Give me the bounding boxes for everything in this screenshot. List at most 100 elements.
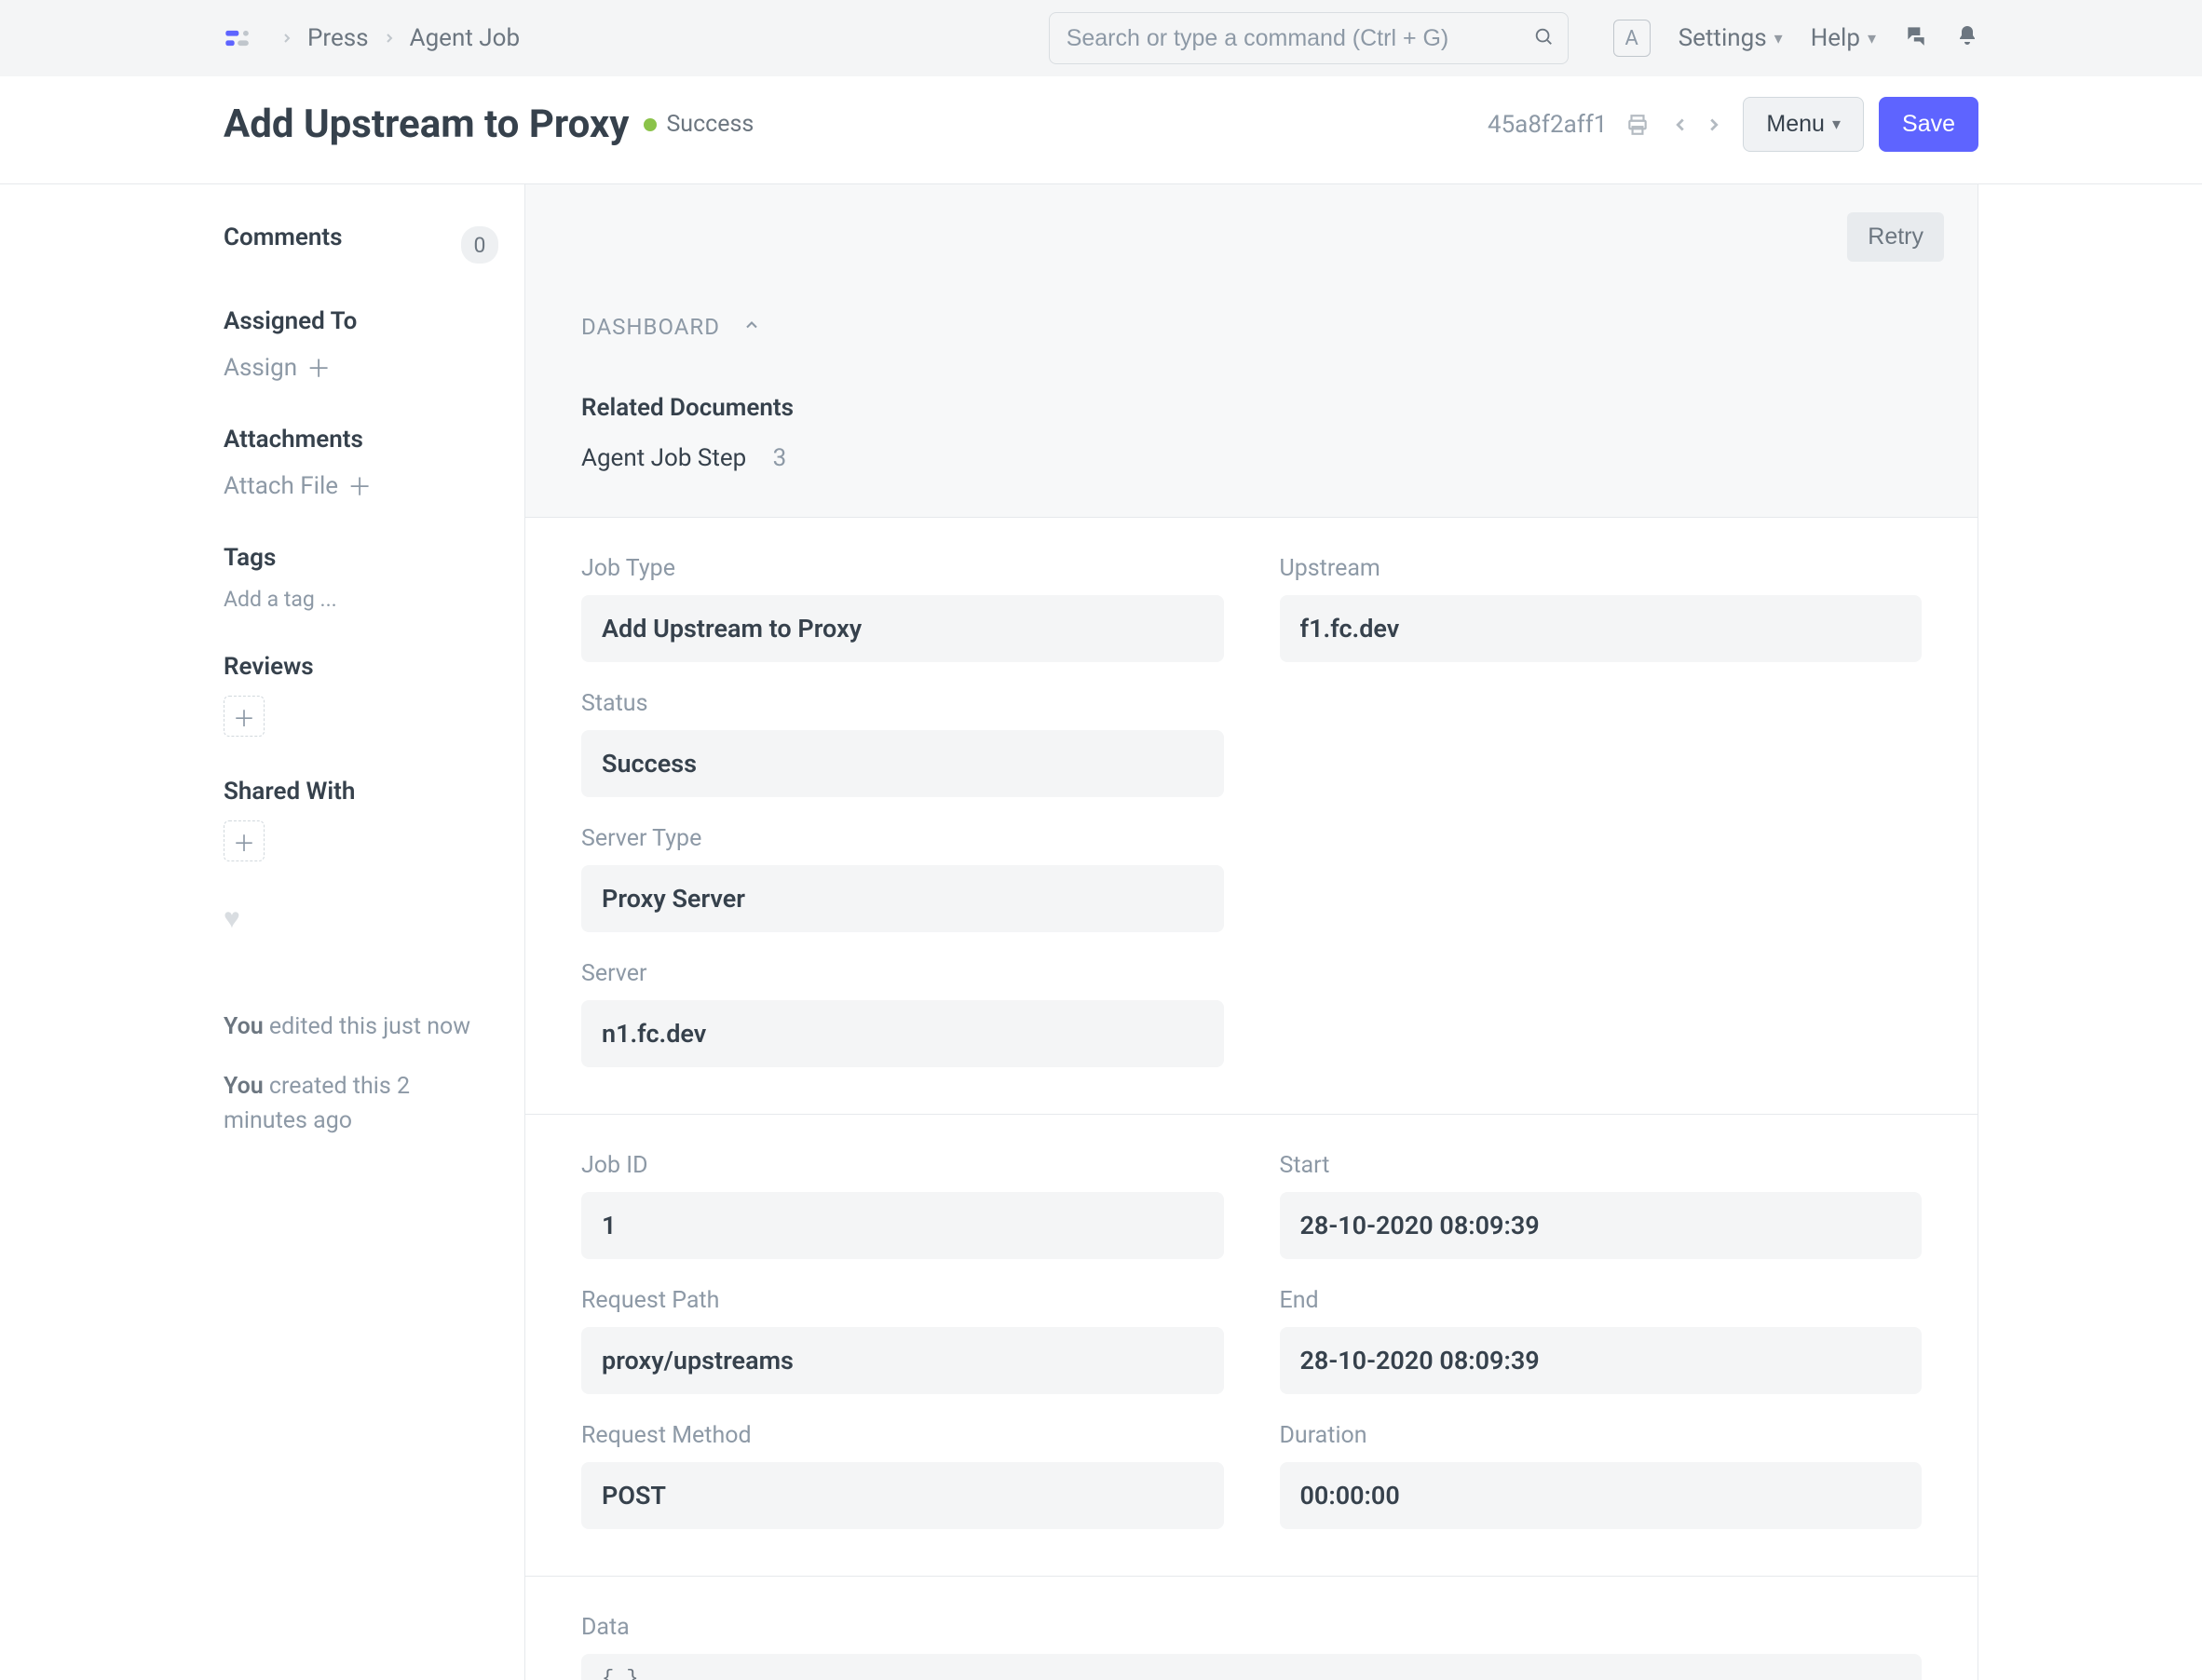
chevron-up-icon: [742, 314, 761, 340]
page-title: Add Upstream to Proxy: [224, 102, 629, 147]
form-field: Status Success: [581, 690, 1224, 797]
related-agent-job-step[interactable]: Agent Job Step 3: [581, 444, 1922, 472]
activity-edited: You edited this just now: [224, 1009, 498, 1045]
add-tag-input[interactable]: Add a tag ...: [224, 587, 337, 612]
record-hash: 45a8f2aff1: [1488, 111, 1607, 139]
assigned-to-label: Assigned To: [224, 307, 498, 335]
field-label: Server: [581, 960, 1224, 987]
fields-section-2: Job ID 1 Start 28-10-2020 08:09:39 Request P…: [525, 1115, 1978, 1577]
plus-icon: ＋: [347, 468, 372, 503]
comments-row[interactable]: Comments 0: [224, 224, 498, 266]
content-top: Retry: [525, 184, 1978, 282]
plus-icon: ＋: [306, 350, 331, 385]
data-section: Data { }: [525, 1577, 1978, 1680]
related-documents-title: Related Documents: [581, 394, 1922, 422]
page-header: Add Upstream to Proxy Success 45a8f2aff1…: [0, 76, 2202, 184]
attachments-label: Attachments: [224, 426, 498, 454]
activity-created: You created this 2 minutes ago: [224, 1069, 498, 1139]
breadcrumb-press[interactable]: Press: [307, 24, 369, 52]
dashboard-toggle[interactable]: DASHBOARD: [581, 314, 1922, 340]
caret-down-icon: ▾: [1774, 29, 1783, 48]
field-value[interactable]: 1: [581, 1192, 1224, 1259]
related-item-label: Agent Job Step: [581, 444, 746, 472]
breadcrumb-agent-job[interactable]: Agent Job: [410, 24, 520, 52]
form-field: Request Method POST: [581, 1422, 1224, 1529]
chevron-right-icon: [279, 31, 294, 46]
assign-label: Assign: [224, 354, 297, 382]
user-badge[interactable]: A: [1613, 20, 1651, 57]
add-share-button[interactable]: ＋: [224, 820, 265, 861]
tags-label: Tags: [224, 544, 498, 572]
header-actions: 45a8f2aff1 Menu▾ Save: [1488, 97, 1978, 152]
field-label: Job ID: [581, 1152, 1224, 1179]
add-review-button[interactable]: ＋: [224, 696, 265, 737]
field-label: Duration: [1280, 1422, 1923, 1449]
activity-user: You: [224, 1013, 264, 1040]
form-field: Upstream f1.fc.dev: [1280, 555, 1923, 662]
field-value[interactable]: 28-10-2020 08:09:39: [1280, 1327, 1923, 1394]
assign-button[interactable]: Assign ＋: [224, 350, 331, 385]
form-field: Server n1.fc.dev: [581, 960, 1224, 1067]
shared-with-label: Shared With: [224, 778, 498, 806]
field-value[interactable]: 28-10-2020 08:09:39: [1280, 1192, 1923, 1259]
next-record-button[interactable]: [1700, 111, 1728, 139]
content: Retry DASHBOARD Related Documents Agent …: [525, 184, 1978, 1680]
sidebar: Comments 0 Assigned To Assign ＋ Attachmen…: [224, 184, 525, 1680]
help-label: Help: [1811, 24, 1860, 52]
app-logo[interactable]: [224, 25, 250, 51]
main: Comments 0 Assigned To Assign ＋ Attachmen…: [0, 184, 2202, 1680]
reviews-label: Reviews: [224, 653, 498, 681]
field-value[interactable]: n1.fc.dev: [581, 1000, 1224, 1067]
field-value[interactable]: proxy/upstreams: [581, 1327, 1224, 1394]
field-value[interactable]: f1.fc.dev: [1280, 595, 1923, 662]
form-field: Request Pathproxy/upstreams: [581, 1287, 1224, 1394]
field-label: Job Type: [581, 555, 1224, 582]
settings-label: Settings: [1679, 24, 1767, 52]
chat-icon[interactable]: [1904, 23, 1928, 54]
print-icon[interactable]: [1624, 111, 1652, 139]
search-icon[interactable]: [1533, 26, 1554, 50]
dashboard-label: DASHBOARD: [581, 314, 720, 340]
field-value[interactable]: Proxy Server: [581, 865, 1224, 932]
menu-button[interactable]: Menu▾: [1743, 97, 1864, 152]
data-label: Data: [581, 1614, 1922, 1641]
field-value[interactable]: Success: [581, 730, 1224, 797]
record-nav: [1666, 111, 1728, 139]
activity-user: You: [224, 1073, 264, 1100]
save-button[interactable]: Save: [1879, 97, 1978, 152]
form-field: [1280, 825, 1923, 932]
retry-button[interactable]: Retry: [1847, 212, 1944, 262]
status-text: Success: [666, 111, 754, 138]
settings-link[interactable]: Settings ▾: [1679, 24, 1783, 52]
fields-section-1: Job Type Add Upstream to Proxy Upstream f1.…: [525, 518, 1978, 1115]
like-icon[interactable]: ♥: [224, 902, 240, 935]
form-field: Job ID 1: [581, 1152, 1224, 1259]
field-label: End: [1280, 1287, 1923, 1314]
comments-count: 0: [461, 226, 498, 264]
comments-label: Comments: [224, 224, 343, 251]
field-label: Status: [581, 690, 1224, 717]
search-input[interactable]: [1049, 12, 1569, 64]
field-label: Start: [1280, 1152, 1923, 1179]
caret-down-icon: ▾: [1832, 115, 1841, 134]
field-value[interactable]: Add Upstream to Proxy: [581, 595, 1224, 662]
data-json-preview[interactable]: { }: [581, 1654, 1922, 1680]
navbar-right: A Settings ▾ Help ▾: [1613, 20, 1978, 57]
field-label: Request Method: [581, 1422, 1224, 1449]
field-label: Upstream: [1280, 555, 1923, 582]
help-link[interactable]: Help ▾: [1811, 24, 1876, 52]
dashboard-section: DASHBOARD Related Documents Agent Job St…: [525, 282, 1978, 518]
activity-text: edited this just now: [269, 1013, 470, 1040]
attach-file-button[interactable]: Attach File ＋: [224, 468, 372, 503]
bell-icon[interactable]: [1956, 24, 1978, 53]
caret-down-icon: ▾: [1868, 29, 1876, 48]
form-field: [1280, 690, 1923, 797]
field-value[interactable]: 00:00:00: [1280, 1462, 1923, 1529]
prev-record-button[interactable]: [1666, 111, 1694, 139]
field-value[interactable]: POST: [581, 1462, 1224, 1529]
related-item-count: 3: [773, 444, 787, 472]
attach-label: Attach File: [224, 472, 338, 500]
status-dot-icon: [644, 118, 657, 131]
breadcrumb: Press Agent Job: [266, 24, 520, 52]
field-label: Server Type: [581, 825, 1224, 852]
